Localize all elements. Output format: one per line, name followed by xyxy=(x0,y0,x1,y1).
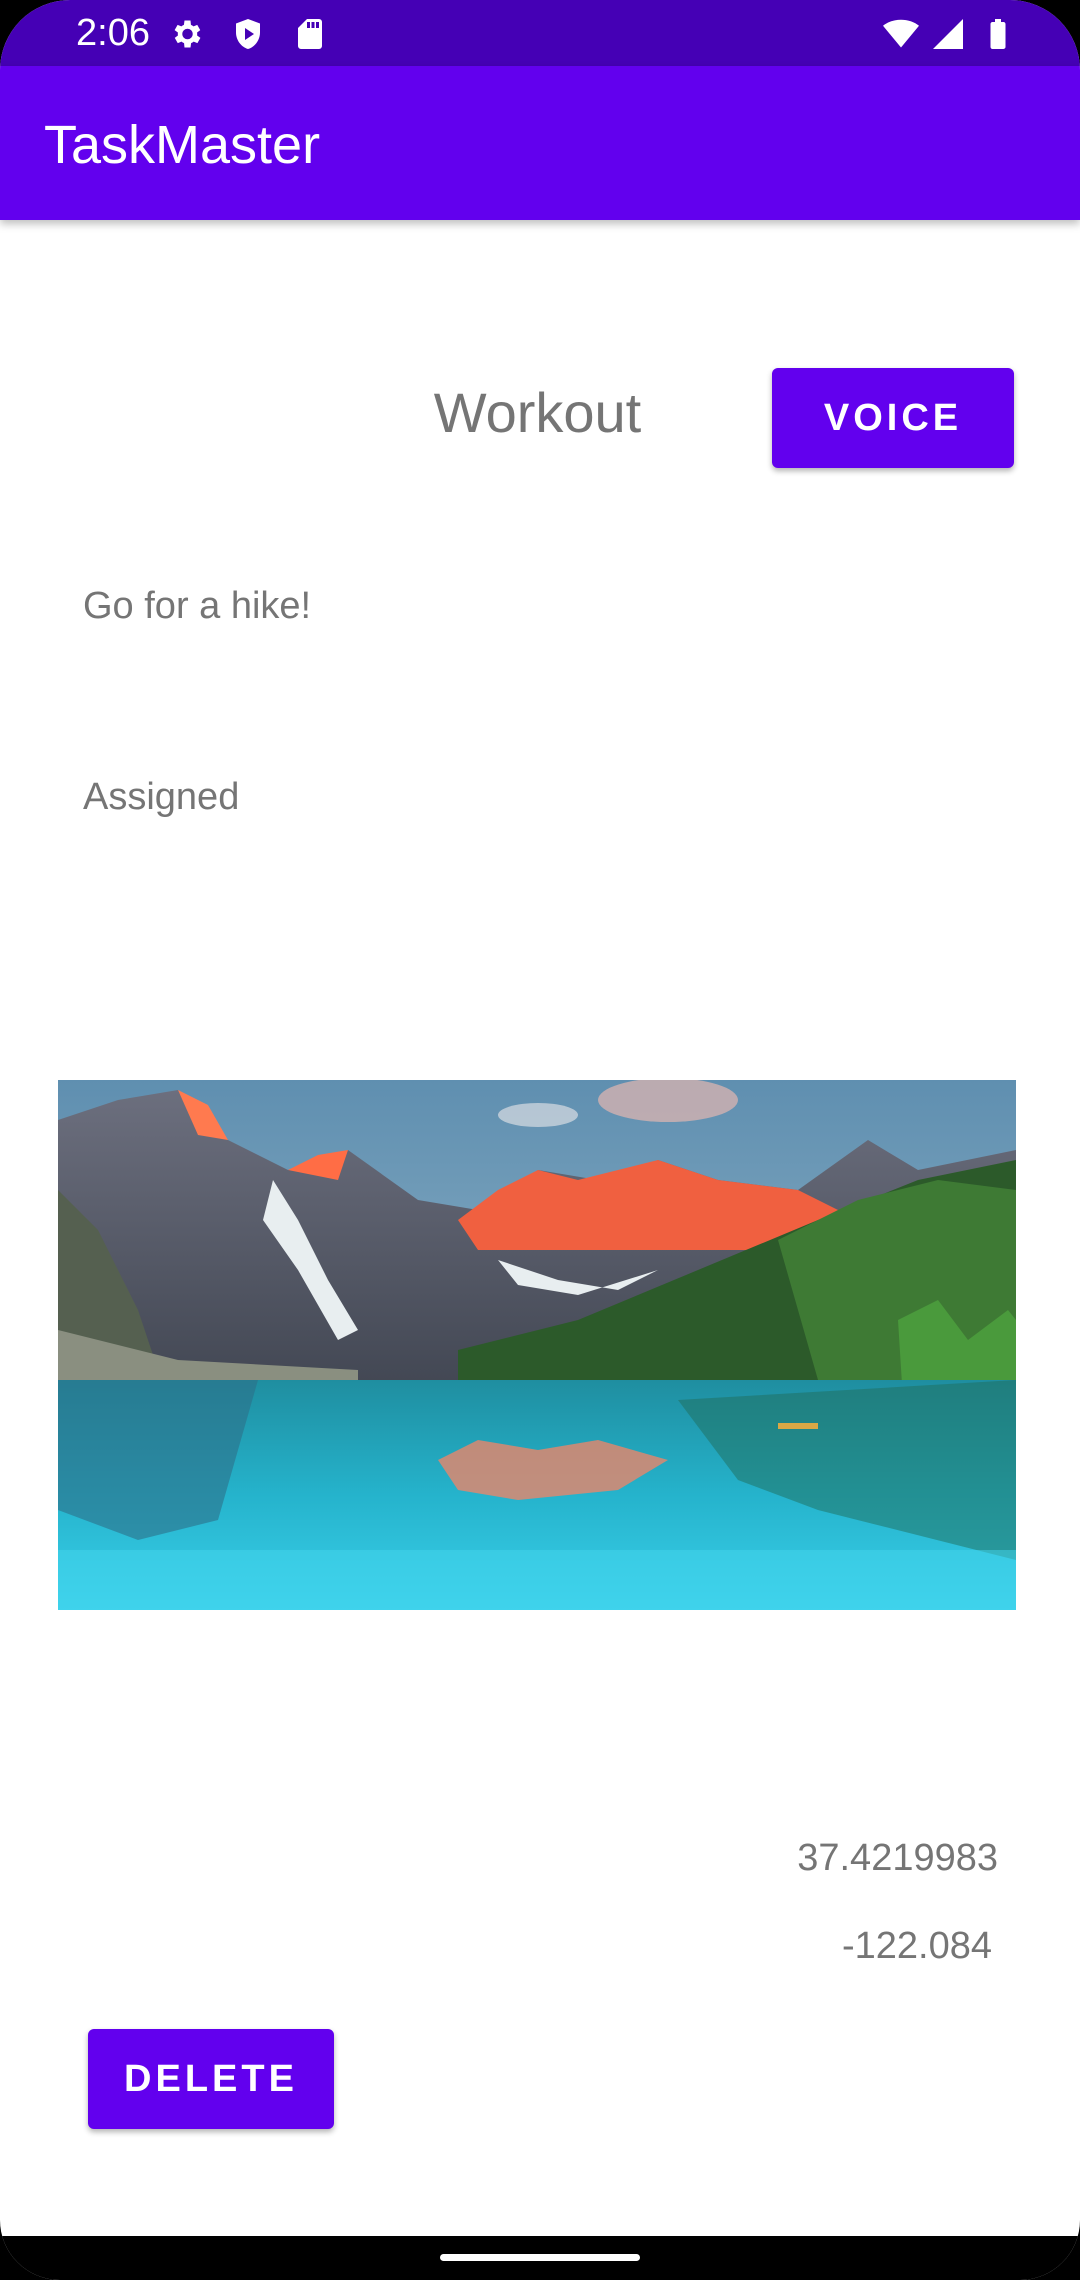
wifi-icon xyxy=(883,19,919,48)
voice-button[interactable]: VOICE xyxy=(772,368,1014,468)
battery-icon xyxy=(990,19,1006,49)
app-title: TaskMaster xyxy=(44,115,321,175)
latitude-value: 37.4219983 xyxy=(797,1837,998,1879)
longitude-value: -122.084 xyxy=(841,1925,992,1967)
home-gesture-handle[interactable] xyxy=(440,2254,640,2261)
screen: 2:06 TaskMaster Workout VOICE Go for a h… xyxy=(0,0,1080,2280)
task-title: Workout xyxy=(433,381,642,444)
task-state: Assigned xyxy=(83,776,240,818)
status-bar: 2:06 xyxy=(0,0,1080,66)
app-bar: TaskMaster xyxy=(0,66,1080,220)
task-description: Go for a hike! xyxy=(83,585,312,627)
task-image xyxy=(58,1080,1016,1610)
status-time: 2:06 xyxy=(76,12,150,54)
delete-button[interactable]: DELETE xyxy=(88,2029,334,2129)
play-protect-icon xyxy=(236,19,260,49)
cell-signal-icon xyxy=(933,19,963,49)
sd-card-icon xyxy=(298,19,322,49)
settings-icon xyxy=(174,20,201,48)
